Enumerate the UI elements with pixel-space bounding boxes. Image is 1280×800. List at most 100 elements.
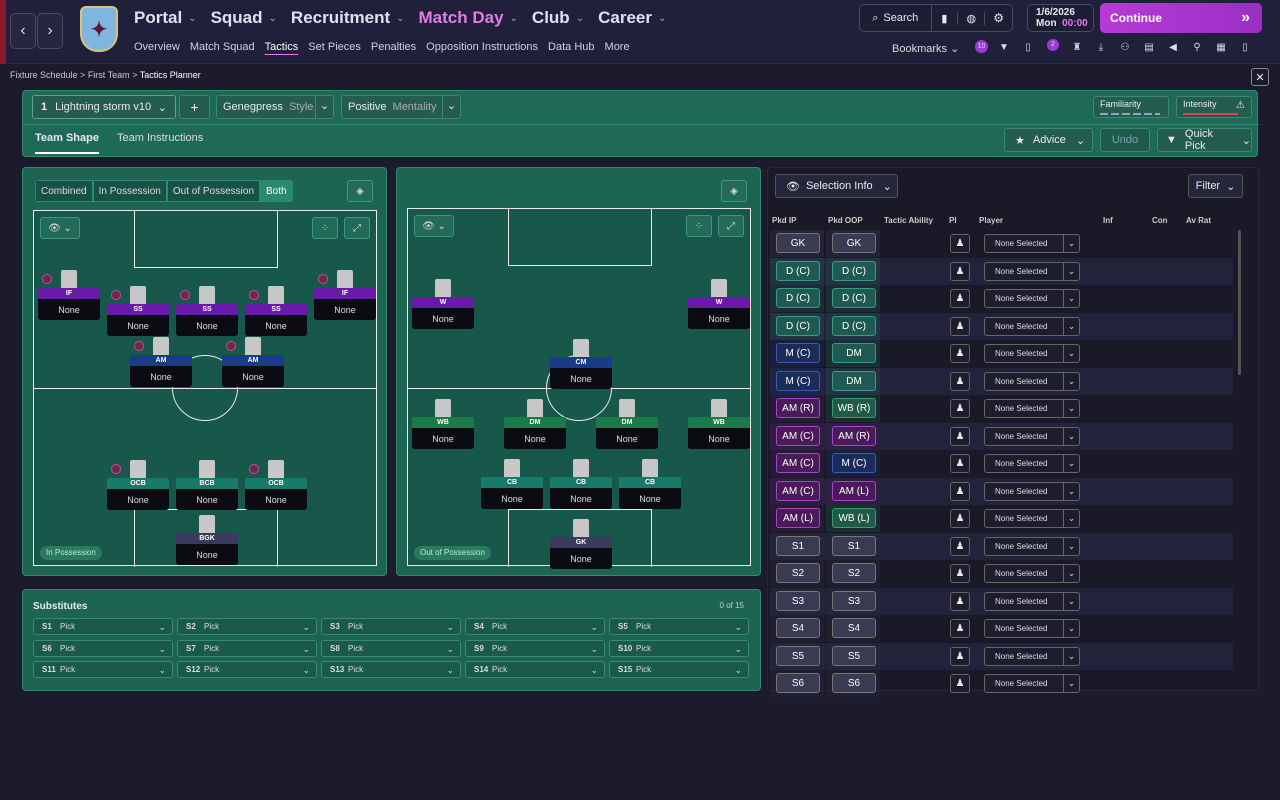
back-button[interactable]: ‹	[10, 13, 36, 49]
ip-position-badge[interactable]: D (C)	[776, 315, 820, 336]
player-select[interactable]: None Selected ⌄	[984, 564, 1080, 583]
column-header[interactable]: Pkd OOP	[828, 216, 863, 225]
oop-position-badge[interactable]: M (C)	[832, 453, 876, 473]
player-select[interactable]: None Selected ⌄	[984, 234, 1080, 253]
table-row[interactable]: S1 S1 ♟ None Selected ⌄	[770, 532, 1233, 560]
inbox-badge[interactable]: 2	[1047, 39, 1059, 51]
close-button[interactable]: ✕	[1251, 68, 1269, 86]
table-row[interactable]: S5 S5 ♟ None Selected ⌄	[770, 642, 1233, 670]
player-instructions-icon[interactable]: ♟	[950, 344, 970, 363]
expand-icon[interactable]: ⤢	[718, 215, 744, 237]
column-header[interactable]: Pkd IP	[772, 216, 796, 225]
player-instructions-icon[interactable]: ♟	[950, 674, 970, 693]
player-slot[interactable]: AM None	[222, 337, 284, 387]
player-slot[interactable]: SS None	[176, 286, 238, 336]
table-row[interactable]: AM (R) WB (R) ♟ None Selected ⌄	[770, 395, 1233, 422]
ip-position-badge[interactable]: D (C)	[776, 260, 820, 281]
tactic-select[interactable]: 1 Lightning storm v10 ⌄	[32, 95, 176, 119]
column-header[interactable]: Con	[1152, 216, 1168, 225]
nav-club[interactable]: Club ⌄	[532, 8, 584, 28]
table-row[interactable]: D (C) D (C) ♟ None Selected ⌄	[770, 312, 1233, 340]
player-instructions-icon[interactable]: ♟	[950, 509, 970, 528]
player-select[interactable]: None Selected ⌄	[984, 371, 1080, 391]
megaphone-icon[interactable]: ◀	[1166, 42, 1180, 54]
tab-team-instructions[interactable]: Team Instructions	[117, 132, 203, 154]
oop-position-badge[interactable]: S2	[832, 563, 876, 583]
player-instructions-icon[interactable]: ♟	[950, 591, 970, 611]
oop-position-badge[interactable]: GK	[832, 233, 876, 253]
subnav-opposition-instructions[interactable]: Opposition Instructions	[426, 41, 538, 53]
column-header[interactable]: PI	[949, 216, 957, 225]
settings-gear-icon[interactable]: ⚙	[985, 11, 1012, 25]
formation-icon[interactable]: ◈	[347, 180, 373, 202]
download-icon[interactable]: ⤓	[1094, 42, 1108, 54]
bookmark-icon[interactable]: ▮	[932, 11, 959, 25]
formation-icon[interactable]: ◈	[721, 180, 747, 202]
player-slot[interactable]: BCB None	[176, 460, 238, 510]
ip-position-badge[interactable]: S6	[776, 673, 820, 693]
sub-slot-s3[interactable]: S3 Pick ⌄	[321, 618, 461, 635]
bookmarks-dropdown[interactable]: Bookmarks ⌄	[892, 42, 959, 55]
sub-slot-s6[interactable]: S6 Pick ⌄	[33, 639, 173, 657]
crumb-fixture-schedule[interactable]: Fixture Schedule	[10, 70, 78, 80]
style-select[interactable]: Genegpress Style ⌄	[216, 95, 334, 119]
table-row[interactable]: D (C) D (C) ♟ None Selected ⌄	[770, 285, 1233, 312]
ip-position-badge[interactable]: S1	[776, 535, 820, 556]
player-select[interactable]: None Selected ⌄	[984, 536, 1080, 556]
player-instructions-icon[interactable]: ♟	[950, 234, 970, 253]
table-row[interactable]: GK GK ♟ None Selected ⌄	[770, 230, 1233, 257]
sub-slot-s9[interactable]: S9 Pick ⌄	[465, 639, 605, 657]
filter-combined[interactable]: Combined	[35, 180, 93, 202]
continue-button[interactable]: Continue»	[1100, 3, 1262, 33]
player-slot[interactable]: CM None	[550, 339, 612, 389]
sub-slot-s10[interactable]: S10 Pick ⌄	[609, 639, 749, 657]
oop-position-badge[interactable]: S3	[832, 590, 876, 611]
filter-button[interactable]: Filter ⌄	[1188, 174, 1243, 198]
oop-position-badge[interactable]: DM	[832, 370, 876, 391]
player-select[interactable]: None Selected ⌄	[984, 646, 1080, 666]
player-instructions-icon[interactable]: ♟	[950, 261, 970, 281]
quick-pick-button[interactable]: ▼ Quick Pick ⌄	[1157, 128, 1252, 152]
oop-position-badge[interactable]: D (C)	[832, 288, 876, 308]
table-row[interactable]: AM (C) AM (R) ♟ None Selected ⌄	[770, 422, 1233, 450]
oop-position-badge[interactable]: D (C)	[832, 260, 876, 281]
player-slot[interactable]: IF None	[38, 270, 100, 320]
nav-career[interactable]: Career ⌄	[598, 8, 666, 28]
shirt-icon[interactable]: ▼	[997, 42, 1011, 54]
visibility-toggle[interactable]: 👁 ⌄	[40, 217, 80, 239]
trophy-icon[interactable]: ♜	[1070, 42, 1084, 54]
column-header[interactable]: Av Rat	[1186, 216, 1211, 225]
player-slot[interactable]: IF None	[314, 270, 376, 320]
player-slot[interactable]: CB None	[481, 459, 543, 509]
table-row[interactable]: AM (L) WB (L) ♟ None Selected ⌄	[770, 505, 1233, 532]
table-row[interactable]: AM (C) AM (L) ♟ None Selected ⌄	[770, 477, 1233, 505]
table-row[interactable]: S4 S4 ♟ None Selected ⌄	[770, 615, 1233, 642]
sub-slot-s2[interactable]: S2 Pick ⌄	[177, 618, 317, 635]
player-select[interactable]: None Selected ⌄	[984, 399, 1080, 418]
ip-position-badge[interactable]: S4	[776, 618, 820, 638]
undo-button[interactable]: Undo	[1100, 128, 1150, 152]
nav-portal[interactable]: Portal ⌄	[134, 8, 197, 28]
ip-position-badge[interactable]: AM (C)	[776, 425, 820, 446]
selection-info-dropdown[interactable]: 👁 Selection Info ⌄	[775, 174, 898, 198]
globe-icon[interactable]: ◍	[958, 11, 986, 25]
player-instructions-icon[interactable]: ♟	[950, 646, 970, 666]
sub-slot-s14[interactable]: S14 Pick ⌄	[465, 661, 605, 678]
player-slot[interactable]: WB None	[412, 399, 474, 449]
player-instructions-icon[interactable]: ♟	[950, 619, 970, 638]
sub-slot-s1[interactable]: S1 Pick ⌄	[33, 618, 173, 635]
oop-position-badge[interactable]: S4	[832, 618, 876, 638]
club-crest-logo[interactable]: ✦	[80, 6, 118, 52]
player-instructions-icon[interactable]: ♟	[950, 481, 970, 501]
filter-in-possession[interactable]: In Possession	[92, 180, 167, 202]
player-instructions-icon[interactable]: ♟	[950, 564, 970, 583]
sub-slot-s4[interactable]: S4 Pick ⌄	[465, 618, 605, 635]
player-select[interactable]: None Selected ⌄	[984, 619, 1080, 638]
oop-position-badge[interactable]: S5	[832, 645, 876, 666]
subnav-tactics[interactable]: Tactics	[265, 41, 299, 53]
column-header[interactable]: Player	[979, 216, 1003, 225]
sub-slot-s8[interactable]: S8 Pick ⌄	[321, 639, 461, 657]
sub-slot-s7[interactable]: S7 Pick ⌄	[177, 639, 317, 657]
oop-position-badge[interactable]: AM (R)	[832, 425, 876, 446]
sub-slot-s11[interactable]: S11 Pick ⌄	[33, 661, 173, 678]
